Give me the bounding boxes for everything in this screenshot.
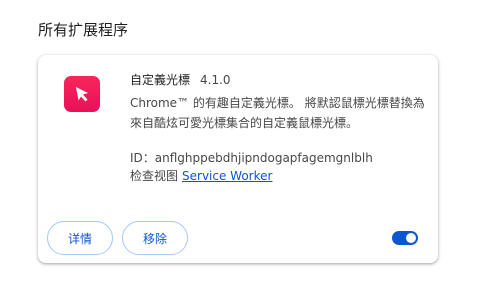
section-title: 所有扩展程序 bbox=[38, 21, 129, 39]
extension-version: 4.1.0 bbox=[200, 73, 231, 87]
extensions-page: 所有扩展程序 自定義光標 4.1.0 Chrome™ 的有趣自定義光標。 將默認鼠… bbox=[0, 0, 478, 301]
inspect-views-label: 检查视图 bbox=[130, 169, 179, 183]
cursor-arrow-icon bbox=[76, 87, 88, 102]
id-value: anflghppebdhjipndogapfagemgnlblh bbox=[154, 151, 373, 165]
id-label: ID： bbox=[130, 151, 155, 165]
remove-button[interactable]: 移除 bbox=[122, 221, 188, 255]
extension-name: 自定義光標 bbox=[130, 73, 191, 87]
toggle-knob bbox=[406, 233, 416, 243]
details-button[interactable]: 详情 bbox=[47, 221, 113, 255]
name-row: 自定義光標 4.1.0 bbox=[130, 71, 430, 89]
extension-details: 自定義光標 4.1.0 Chrome™ 的有趣自定義光標。 將默認鼠標光標替換為來… bbox=[130, 71, 430, 185]
service-worker-link[interactable]: Service Worker bbox=[182, 169, 272, 183]
extension-card: 自定義光標 4.1.0 Chrome™ 的有趣自定義光標。 將默認鼠標光標替換為來… bbox=[38, 55, 438, 263]
enable-toggle[interactable] bbox=[392, 231, 418, 245]
cursor-icon bbox=[64, 76, 100, 112]
inspect-views-row: 检查视图 Service Worker bbox=[130, 167, 430, 185]
extension-id-row: ID：anflghppebdhjipndogapfagemgnlblh bbox=[130, 149, 430, 167]
extension-description: Chrome™ 的有趣自定義光標。 將默認鼠標光標替換為來自酷炫可愛光標集合的自… bbox=[130, 96, 425, 130]
